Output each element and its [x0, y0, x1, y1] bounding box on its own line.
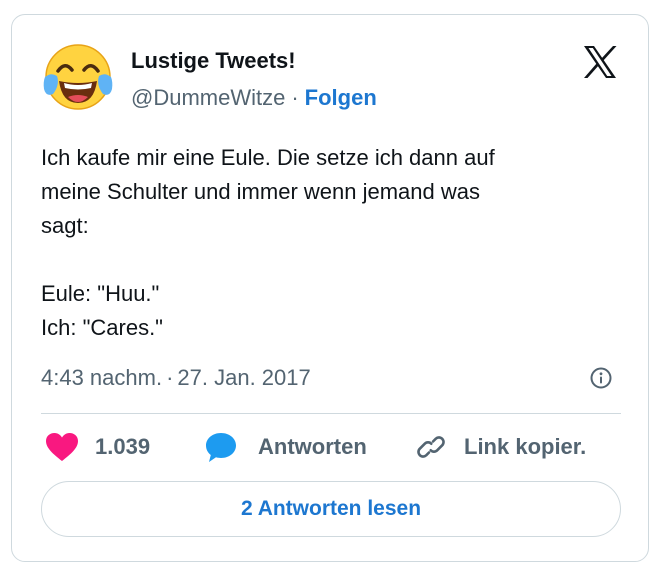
info-icon[interactable] — [589, 366, 613, 390]
copy-link-label: Link kopier. — [464, 434, 587, 459]
tweet-line: Ich kaufe mir eine Eule. Die setze ich d… — [41, 145, 495, 170]
link-icon — [416, 432, 446, 462]
like-button[interactable]: 1.039 — [45, 430, 150, 464]
tweet-date: 27. Jan. 2017 — [177, 365, 311, 390]
tweet-line: Ich: "Cares." — [41, 315, 163, 340]
tweet-line: meine Schulter und immer wenn jemand was — [41, 179, 480, 204]
copy-link-button[interactable]: Link kopier. — [416, 430, 586, 464]
divider — [41, 413, 621, 414]
like-count: 1.039 — [95, 434, 151, 459]
read-replies-button[interactable]: 2 Antworten lesen — [41, 481, 621, 537]
follow-button[interactable]: Folgen — [305, 85, 377, 110]
tweet-timestamp[interactable]: 4:43 nachm. · 27. Jan. 2017 — [41, 365, 311, 391]
speech-bubble-icon — [204, 431, 238, 463]
avatar[interactable] — [42, 41, 114, 113]
author-name[interactable]: Lustige Tweets! — [131, 48, 296, 74]
tweet-text: Ich kaufe mir eine Eule. Die setze ich d… — [41, 141, 621, 345]
separator-dot: · — [166, 365, 174, 390]
tweet-time: 4:43 nachm. — [41, 365, 163, 390]
x-logo-icon[interactable] — [582, 45, 618, 79]
tweet-line: Eule: "Huu." — [41, 281, 160, 306]
reply-button[interactable]: Antworten — [204, 430, 367, 464]
reply-label: Antworten — [258, 434, 367, 459]
author-handle-row: @DummeWitze · Folgen — [131, 85, 377, 111]
tweet-line: sagt: — [41, 213, 89, 238]
author-handle[interactable]: @DummeWitze — [131, 85, 285, 110]
separator-dot: · — [291, 85, 299, 110]
tweet-card: Lustige Tweets! @DummeWitze · Folgen Ich k… — [11, 14, 649, 562]
face-with-tears-of-joy-icon — [43, 44, 113, 110]
heart-icon — [45, 432, 79, 462]
